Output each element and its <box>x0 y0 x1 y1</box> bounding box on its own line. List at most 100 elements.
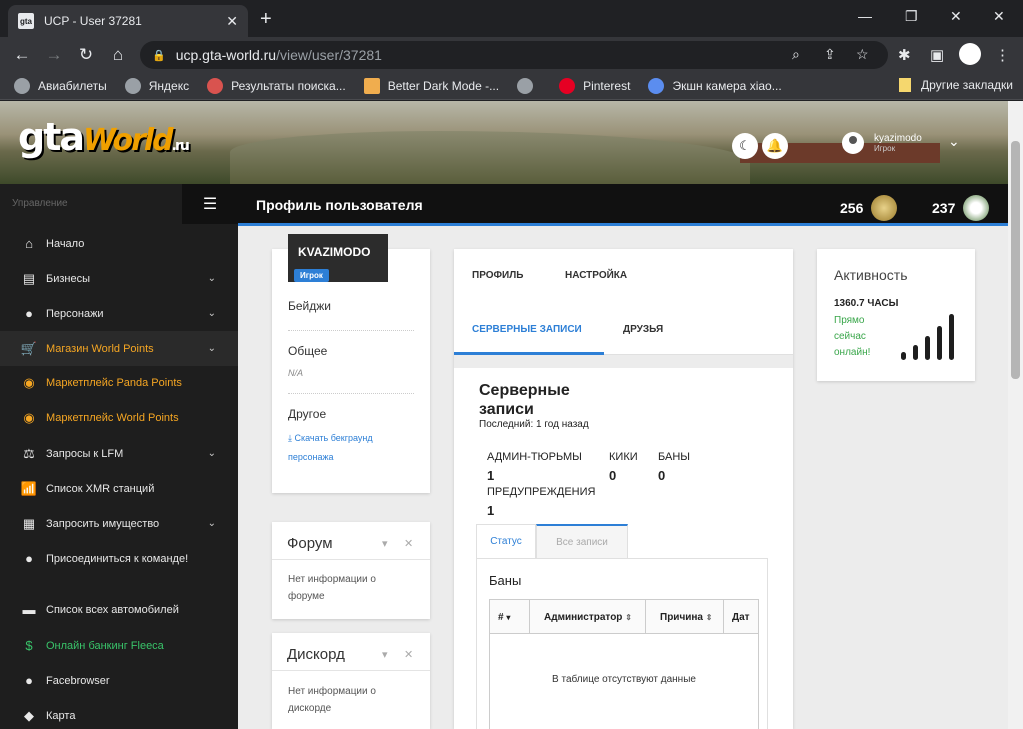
tab-friends[interactable]: ДРУЗЬЯ <box>623 324 663 335</box>
sidebar-item-label: Запросить имущество <box>46 517 160 530</box>
chevron-down-icon[interactable]: ⌄ <box>948 133 960 150</box>
forum-title: Форум <box>287 535 333 552</box>
bookmark-item[interactable] <box>517 78 541 94</box>
sidebar-item-label: Маркетплейс World Points <box>46 411 179 424</box>
column-header-number[interactable]: # ▾ <box>490 600 530 634</box>
sidebar-item-label: Facebrowser <box>46 674 110 687</box>
dark-mode-toggle-icon[interactable]: ☾ <box>732 133 758 159</box>
signal-bar <box>901 352 906 360</box>
scrollbar-thumb[interactable] <box>1011 141 1020 379</box>
divider <box>288 393 414 394</box>
shop-icon <box>648 78 665 94</box>
bans-section: Баны # ▾ Администратор ⇕ Причина ⇕ Дат В… <box>476 558 768 729</box>
window-close-2-icon[interactable]: ✕ <box>993 8 1005 25</box>
signal-bar <box>925 336 930 360</box>
user-menu[interactable]: kyazimodo Игрок <box>842 132 922 154</box>
forum-card: Форум ▾ ✕ Нет информации о форуме <box>272 522 430 619</box>
bookmark-item[interactable]: Экшн камера xiao... <box>648 78 782 94</box>
back-icon[interactable]: ← <box>6 45 38 65</box>
activity-card: Активность 1360.7 ЧАСЫ Прямо сейчас онла… <box>817 249 975 381</box>
sidebar-item-business[interactable]: ▤ Бизнесы ⌄ <box>0 261 238 296</box>
header-banner: gtaWorld.ru ☾ 🔔 kyazimodo Игрок ⌄ <box>0 101 1023 184</box>
sidebar-item-home[interactable]: ⌂ Начало <box>0 226 238 261</box>
browser-tab[interactable]: gta UCP - User 37281 ✕ <box>8 5 248 37</box>
sidebar-item-map[interactable]: ◆ Карта <box>0 698 238 729</box>
tab-settings[interactable]: НАСТРОЙКА <box>565 270 627 281</box>
close-icon[interactable]: ✕ <box>404 537 413 550</box>
bans-value: 0 <box>658 468 666 483</box>
sidebar-item-xmr-stations[interactable]: 📶 Список XMR станций <box>0 471 238 506</box>
cart-icon: 🛒 <box>20 340 38 356</box>
column-header-date[interactable]: Дат <box>724 600 758 634</box>
page-scrollbar[interactable] <box>1008 101 1023 729</box>
bookmark-item[interactable]: Pinterest <box>559 78 630 94</box>
coins-icon: ◉ <box>23 374 35 390</box>
bookmark-item[interactable]: Better Dark Mode -... <box>363 78 499 94</box>
other-label: Другое <box>288 407 327 421</box>
panel-gap <box>454 355 793 368</box>
discord-title: Дискорд <box>287 646 345 663</box>
chevron-down-icon: ⌄ <box>207 448 216 459</box>
sidebar-item-request-property[interactable]: ▦ Запросить имущество ⌄ <box>0 506 238 541</box>
site-logo[interactable]: gtaWorld.ru <box>18 115 190 159</box>
signal-bar <box>913 345 918 360</box>
inner-tab-all-records[interactable]: Все записи <box>536 524 628 558</box>
window-close-icon[interactable]: ✕ <box>950 8 962 25</box>
kicks-value: 0 <box>609 468 617 483</box>
sidebar: Управление ☰ ⌂ Начало ▤ Бизнесы ⌄ ● Персонажи ⌄… <box>0 184 238 729</box>
share-icon[interactable]: ⇪ <box>824 46 836 63</box>
sidebar-item-vehicles-list[interactable]: ▬ Список всех автомобилей <box>0 592 238 627</box>
sidebar-item-wp-shop[interactable]: 🛒 Магазин World Points ⌄ <box>0 331 238 366</box>
new-tab-icon[interactable]: + <box>260 8 272 31</box>
sidebar-item-facebrowser[interactable]: ● Facebrowser <box>0 663 238 698</box>
other-bookmarks[interactable]: Другие закладки <box>899 78 1013 92</box>
chevron-down-icon: ⌄ <box>207 343 216 354</box>
menu-kebab-icon[interactable]: ⋮ <box>995 46 1010 64</box>
sidebar-item-join-team[interactable]: ● Присоединиться к команде! <box>0 541 238 576</box>
bookmark-item[interactable]: Результаты поиска... <box>207 78 346 94</box>
url-host: ucp.gta-world.ru <box>175 47 277 63</box>
sidebar-item-wp-market[interactable]: ◉ Маркетплейс World Points <box>0 400 238 435</box>
folder-icon <box>899 78 912 92</box>
address-bar[interactable]: 🔒 ucp.gta-world.ru/view/user/37281 ⌕ ⇪ ☆ <box>140 41 888 69</box>
maximize-icon[interactable]: ❐ <box>905 8 918 25</box>
sidebar-item-label: Начало <box>46 237 85 250</box>
reload-icon[interactable]: ↻ <box>70 45 102 65</box>
users-icon: ● <box>25 673 33 688</box>
hamburger-menu-icon[interactable]: ☰ <box>182 184 238 224</box>
forward-icon[interactable]: → <box>38 45 70 65</box>
warnings-label: ПРЕДУПРЕЖДЕНИЯ <box>487 486 596 498</box>
home-browser-icon[interactable]: ⌂ <box>102 45 134 65</box>
bookmark-item[interactable]: Авиабилеты <box>14 78 107 94</box>
column-header-admin[interactable]: Администратор ⇕ <box>530 600 646 634</box>
sidebar-item-fleeca-banking[interactable]: $ Онлайн банкинг Fleeca <box>0 628 238 663</box>
bans-table: # ▾ Администратор ⇕ Причина ⇕ Дат В табл… <box>489 599 759 729</box>
dark-mode-icon <box>363 78 380 94</box>
bookmark-star-icon[interactable]: ☆ <box>856 46 869 63</box>
avatar <box>842 132 864 154</box>
warnings-value: 1 <box>487 503 495 518</box>
collapse-icon[interactable]: ▾ <box>382 537 388 550</box>
sidebar-item-characters[interactable]: ● Персонажи ⌄ <box>0 296 238 331</box>
globe-icon <box>124 78 141 94</box>
zoom-icon[interactable]: ⌕ <box>792 46 800 63</box>
download-background-link[interactable]: ⤓ Скачать бекграунд персонажа <box>288 429 408 467</box>
profile-avatar-icon[interactable] <box>959 43 981 65</box>
notifications-bell-icon[interactable]: 🔔 <box>762 133 788 159</box>
extensions-icon[interactable]: ✱ <box>898 46 911 64</box>
tab-profile[interactable]: ПРОФИЛЬ <box>472 270 523 281</box>
sidebar-item-panda-market[interactable]: ◉ Маркетплейс Panda Points <box>0 365 238 400</box>
close-icon[interactable]: ✕ <box>404 648 413 661</box>
minimize-icon[interactable]: — <box>858 8 872 24</box>
column-header-reason[interactable]: Причина ⇕ <box>646 600 724 634</box>
table-header: # ▾ Администратор ⇕ Причина ⇕ Дат <box>490 600 758 634</box>
collapse-icon[interactable]: ▾ <box>382 648 388 661</box>
user-tie-icon: ● <box>25 551 33 566</box>
inner-tab-status[interactable]: Статус <box>476 524 536 558</box>
sidepanel-icon[interactable]: ▣ <box>930 46 944 64</box>
sidebar-item-lfm-requests[interactable]: ⚖ Запросы к LFM ⌄ <box>0 436 238 471</box>
tab-server-records[interactable]: СЕРВЕРНЫЕ ЗАПИСИ <box>472 324 582 335</box>
user-role: Игрок <box>874 144 896 153</box>
close-tab-icon[interactable]: ✕ <box>226 13 238 30</box>
bookmark-item[interactable]: Яндекс <box>124 78 189 94</box>
